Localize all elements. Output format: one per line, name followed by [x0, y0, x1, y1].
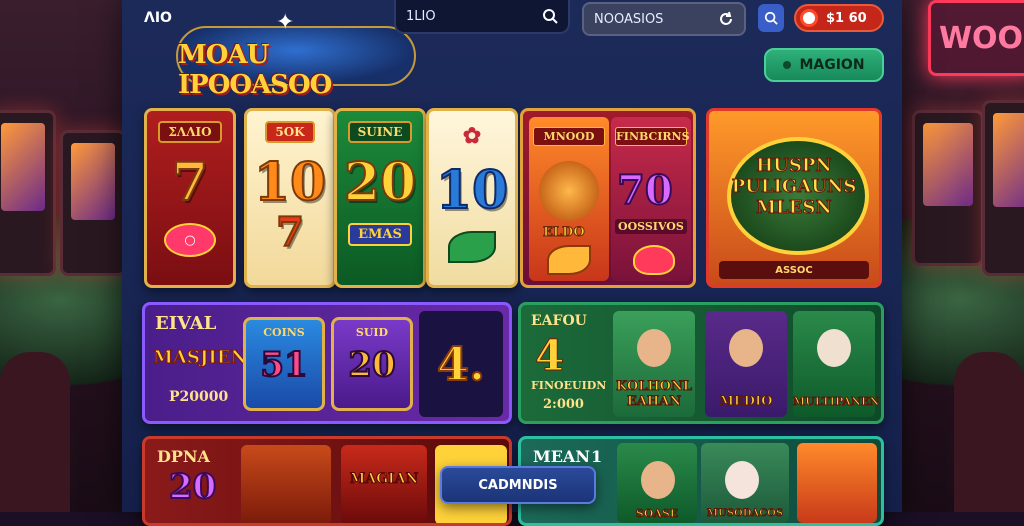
dot-icon — [783, 61, 792, 69]
tile-label: EAFOU — [531, 313, 587, 329]
game-card-purple[interactable]: EIVAL MASJIEN P20000 COINS 51 SUID 20 4. — [142, 302, 512, 424]
lion-icon — [539, 161, 599, 221]
mini-reel-2: SUID 20 — [331, 317, 413, 411]
character-name: MULTIPANEN — [793, 395, 880, 409]
mini-reel-number: 51 — [259, 344, 308, 386]
slot-machine-left — [0, 110, 56, 276]
slot-number: 70 — [616, 166, 674, 215]
promo-title: HUSPN PULIGAUNS MLESN — [731, 155, 857, 219]
search-icon — [764, 11, 778, 25]
tile-amount: P20000 — [169, 389, 229, 405]
reel-tag: SUINE — [347, 121, 413, 143]
search-icon[interactable] — [542, 8, 558, 24]
character-name: SOASE — [635, 507, 679, 521]
chair-left — [0, 352, 70, 512]
reel-number: 10 — [253, 152, 327, 213]
star-icon: ✦ — [276, 10, 295, 35]
tile-label: DPNA — [157, 447, 210, 466]
slot-column-left: MNOOD ELDO — [529, 117, 609, 281]
reel-tag: 5OK — [265, 121, 315, 143]
tile-label: MEAN — [533, 447, 590, 466]
reel-bottom-symbol: 7 — [275, 209, 305, 256]
filter-input[interactable]: NOOASIOS — [594, 12, 663, 27]
character-card-2: MUSODACOS — [701, 443, 789, 523]
character-card — [241, 445, 331, 523]
mini-reel-tag: COINS — [263, 326, 305, 339]
tile-name: MASJIEN — [153, 347, 248, 369]
reel-tag: ΣΛΛΙΟ — [158, 121, 222, 143]
mini-logo: ΛΙΟ — [144, 10, 172, 26]
character-face — [729, 329, 763, 367]
character-face — [637, 329, 671, 367]
mini-reel-1: COINS 51 — [243, 317, 325, 411]
game-card-reel-3[interactable]: SUINE 20 EMAS — [334, 108, 426, 288]
character-name: KOLHONL EAHAN — [615, 379, 693, 410]
popup-label: CADMNDIS — [478, 477, 558, 493]
fire-character-card — [797, 443, 877, 523]
leaf-icon — [547, 245, 591, 275]
game-card-green[interactable]: EAFOU 4 FINOEUIDN 2:000 KOLHONL EAHAN ME… — [518, 302, 884, 424]
logo-card: MAGIAN — [341, 445, 427, 523]
character-card-1: KOLHONL EAHAN — [613, 311, 695, 417]
neon-sign: WOO — [928, 0, 1024, 76]
mini-reel-number: 20 — [347, 344, 396, 386]
tile-amount: 2:000 — [543, 397, 584, 412]
slot-label: FINBCIRNS — [615, 127, 690, 146]
balance-value: $1 60 — [826, 10, 867, 26]
slot-machine-right — [912, 110, 984, 266]
character-card-3: MULTIPANEN — [793, 311, 880, 417]
brand-logo[interactable]: ΛΙΟ ✦ MOAU IPOOASOO — [144, 6, 416, 100]
balance-button[interactable]: $1 60 — [794, 4, 884, 32]
game-card-reel-2[interactable]: 5OK 10 7 — [244, 108, 336, 288]
search-button[interactable] — [758, 4, 784, 32]
character-name: MEDIO — [719, 394, 773, 410]
filter-bar[interactable]: NOOASIOS — [582, 2, 746, 36]
cta-label: MAGION — [799, 57, 865, 73]
flower-icon: ✿ — [462, 123, 482, 149]
slot-machine-left-2 — [60, 130, 126, 276]
slot-column-right: FINBCIRNS 70 OOSSIVOS — [611, 117, 691, 281]
character-card-1: SOASE — [617, 443, 697, 523]
game-card-lion-slot[interactable]: MNOOD ELDO FINBCIRNS 70 OOSSIVOS — [520, 108, 696, 288]
logo-text: MOAU IPOOASOO — [178, 40, 332, 100]
coin-icon — [800, 9, 818, 27]
character-card-2: MEDIO — [705, 311, 787, 417]
leaf-icon — [448, 231, 496, 263]
logo-card-text: MAGIAN — [349, 471, 419, 488]
game-card-promo[interactable]: HUSPN PULIGAUNS MLESN ASSOC — [706, 108, 882, 288]
magion-button[interactable]: MAGION — [764, 48, 884, 82]
tile-big-number: 4. — [419, 311, 503, 417]
chair-right — [954, 352, 1024, 512]
tile-number: 1 — [591, 447, 603, 466]
character-face — [725, 461, 759, 499]
character-face — [641, 461, 675, 499]
game-card-reel-4[interactable]: ✿ 10 — [426, 108, 518, 288]
promo-footer: ASSOC — [719, 261, 869, 279]
casino-app-panel: ΛΙΟ ✦ MOAU IPOOASOO 1LIO NOOASIOS $1 60 … — [122, 0, 902, 526]
tile-number: 20 — [168, 466, 217, 508]
slot-label: MNOOD — [533, 127, 605, 146]
slot-sub: OOSSIVOS — [615, 219, 687, 234]
character-face — [817, 329, 851, 367]
slot-name: ELDO — [543, 225, 586, 241]
mini-reel-tag: SUID — [355, 326, 389, 339]
tile-number: 4 — [534, 331, 565, 381]
search-bar[interactable]: 1LIO — [394, 0, 570, 34]
tile-sub: FINOEUIDN — [531, 379, 607, 392]
reel-bottom-label: EMAS — [348, 223, 412, 246]
game-card-reel-1[interactable]: ΣΛΛΙΟ 7 ○ — [144, 108, 236, 288]
tile-label: EIVAL — [155, 313, 217, 334]
reel-number: 10 — [435, 160, 509, 221]
slot-machine-right-2 — [982, 100, 1024, 276]
heart-icon — [633, 245, 675, 275]
search-input[interactable]: 1LIO — [406, 9, 436, 24]
reel-bottom-symbol: ○ — [164, 223, 216, 257]
reel-number: 20 — [343, 152, 417, 213]
popup-button[interactable]: CADMNDIS — [440, 466, 596, 504]
reel-number: 7 — [171, 152, 209, 213]
refresh-icon[interactable] — [718, 11, 734, 27]
character-name: MUSODACOS — [706, 508, 784, 520]
